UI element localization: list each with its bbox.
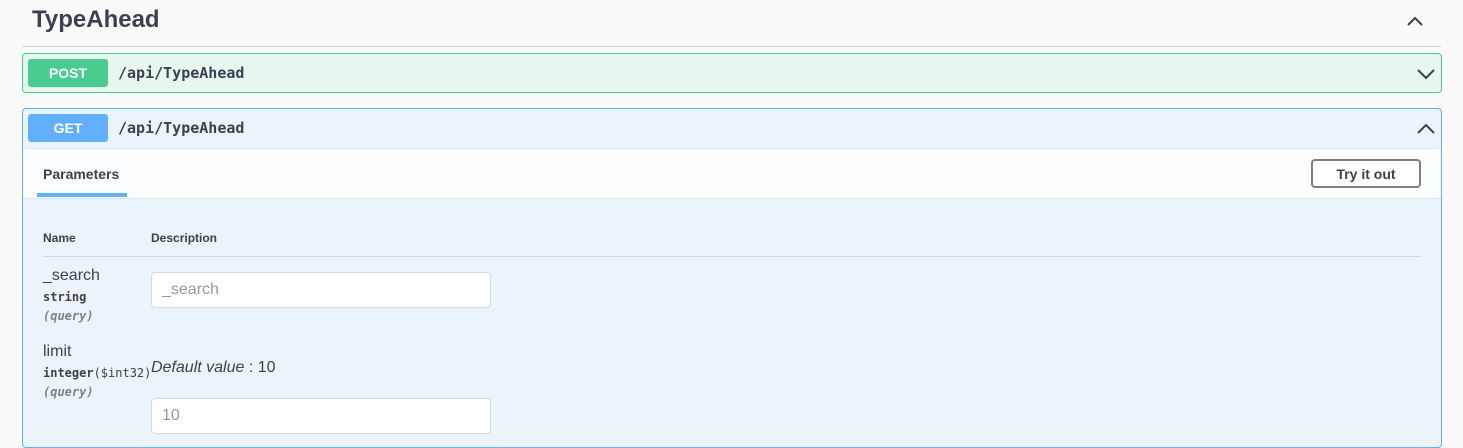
- search-input[interactable]: [151, 272, 491, 308]
- default-value: Default value : 10: [151, 359, 276, 377]
- operation-path: /api/TypeAhead: [118, 64, 245, 82]
- divider: [43, 256, 1421, 257]
- section-header[interactable]: TypeAhead: [22, 0, 1441, 47]
- operation-post: POST /api/TypeAhead: [22, 53, 1442, 93]
- operation-path: /api/TypeAhead: [118, 119, 245, 137]
- column-header-name: Name: [43, 231, 76, 245]
- try-it-out-button[interactable]: Try it out: [1311, 159, 1421, 188]
- parameters-bar: Parameters Try it out: [23, 148, 1441, 199]
- param-location: (query): [43, 385, 94, 399]
- method-badge: POST: [28, 59, 108, 87]
- default-value-label: Default value: [151, 359, 245, 376]
- chevron-down-icon[interactable]: [1415, 63, 1437, 85]
- operation-summary[interactable]: POST /api/TypeAhead: [23, 54, 1441, 93]
- param-type: integer($int32): [43, 366, 151, 380]
- param-format: ($int32): [93, 366, 152, 380]
- tab-parameters[interactable]: Parameters: [37, 149, 127, 197]
- param-type: string: [43, 290, 87, 304]
- tab-label: Parameters: [43, 166, 120, 182]
- param-name: limit: [43, 343, 72, 360]
- chevron-up-icon[interactable]: [1415, 118, 1437, 140]
- default-value-separator: :: [244, 359, 258, 376]
- limit-input[interactable]: [151, 398, 491, 434]
- param-type-name: integer: [43, 366, 94, 380]
- method-badge: GET: [28, 114, 108, 142]
- default-value-number: 10: [257, 359, 276, 376]
- section-title: TypeAhead: [32, 6, 160, 33]
- column-header-description: Description: [151, 231, 218, 245]
- param-location: (query): [43, 309, 94, 323]
- operation-summary[interactable]: GET /api/TypeAhead: [23, 109, 1441, 148]
- param-name: _search: [43, 267, 100, 284]
- operation-get: GET /api/TypeAhead Parameters Try it out…: [22, 108, 1442, 448]
- chevron-up-icon[interactable]: [1405, 11, 1425, 31]
